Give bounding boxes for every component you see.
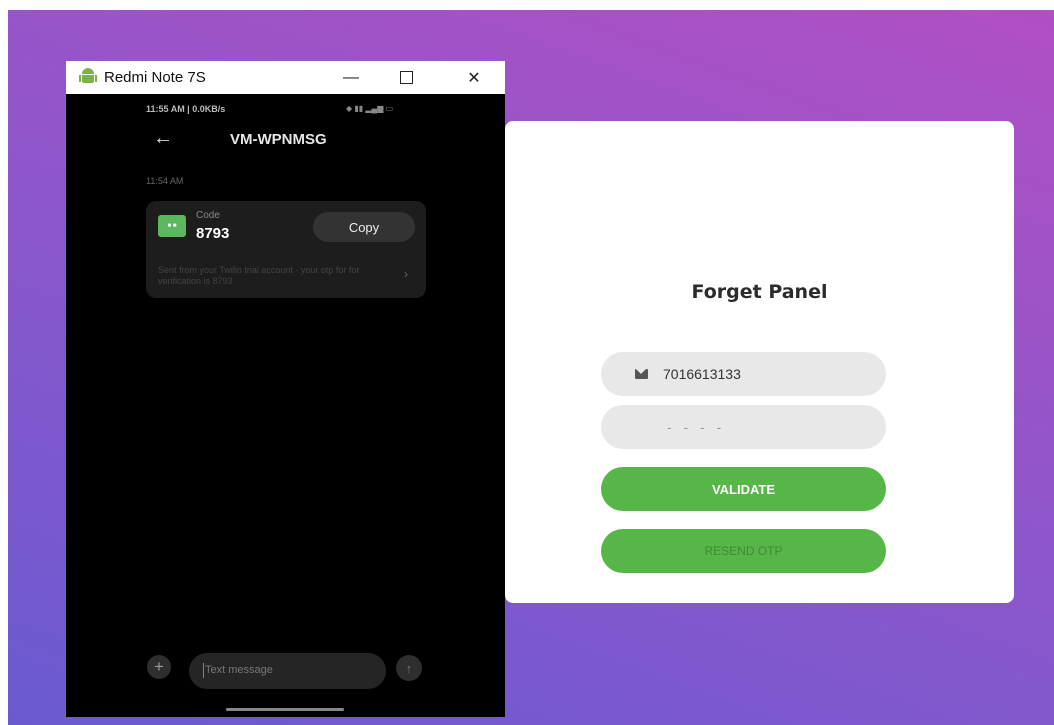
status-time: 11:55 AM | 0.0KB/s [146, 104, 226, 114]
panel-title: Forget Panel [691, 281, 828, 303]
back-arrow-icon[interactable]: ← [153, 127, 173, 150]
compose-input[interactable]: Text message [189, 653, 386, 689]
message-timestamp: 11:54 AM [146, 176, 184, 186]
send-icon[interactable]: ↑ [396, 655, 422, 681]
window-title: Redmi Note 7S [104, 69, 206, 86]
copy-button[interactable]: Copy [313, 212, 415, 242]
resend-otp-button[interactable]: RESEND OTP [601, 529, 886, 573]
mail-icon [635, 369, 648, 379]
code-icon: ■ ■ [158, 215, 186, 237]
home-indicator [226, 708, 344, 711]
message-text: Sent from your Twilio trial account - yo… [158, 265, 360, 286]
chevron-right-icon[interactable]: › [404, 267, 408, 281]
window-titlebar[interactable]: Redmi Note 7S — ✕ [66, 61, 505, 94]
plus-icon[interactable]: + [147, 655, 171, 679]
forget-panel-card: Forget Panel 7016613133 - - - - VALIDATE… [505, 121, 1014, 603]
android-icon [79, 68, 97, 86]
conversation-sender: VM-WPNMSG [230, 131, 327, 148]
code-value: 8793 [196, 225, 230, 242]
status-icons: ◆ ▮▮ ▂▄▆ ▭ [346, 104, 394, 113]
phone-field-value: 7016613133 [663, 366, 741, 382]
close-button[interactable]: ✕ [454, 61, 494, 94]
message-bubble[interactable]: ■ ■ Code 8793 Copy Sent from your Twilio… [146, 201, 426, 298]
text-caret [203, 663, 204, 678]
otp-field-placeholder: - - - - [667, 419, 726, 435]
phone-mirror-window: Redmi Note 7S — ✕ 11:55 AM | 0.0KB/s ◆ ▮… [66, 61, 505, 717]
maximize-icon [399, 71, 413, 84]
validate-button[interactable]: VALIDATE [601, 467, 886, 511]
phone-field[interactable]: 7016613133 [601, 352, 886, 396]
minimize-button[interactable]: — [331, 61, 371, 94]
otp-field[interactable]: - - - - [601, 405, 886, 449]
compose-placeholder: Text message [205, 664, 273, 676]
maximize-button[interactable] [386, 61, 426, 94]
code-label: Code [196, 210, 220, 221]
